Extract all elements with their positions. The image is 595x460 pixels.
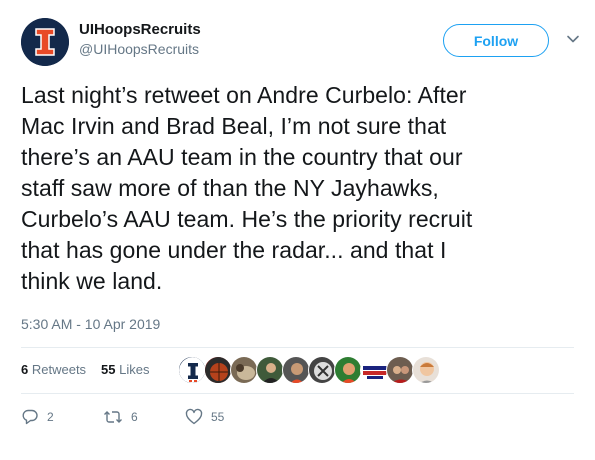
liker-avatar[interactable] (256, 356, 284, 384)
likes-stat[interactable]: 55 Likes (101, 362, 149, 377)
liker-avatar[interactable] (386, 356, 414, 384)
liker-avatar[interactable] (282, 356, 310, 384)
retweets-stat[interactable]: 6 Retweets (21, 362, 86, 377)
follow-button[interactable]: Follow (443, 24, 549, 57)
retweet-button[interactable]: 6 (103, 404, 138, 430)
reply-count: 2 (47, 410, 54, 424)
chevron-down-icon[interactable] (564, 30, 582, 48)
divider (21, 347, 574, 348)
retweets-label: Retweets (31, 362, 87, 377)
liker-avatar[interactable] (230, 356, 258, 384)
tweet-stats: 6 Retweets 55 Likes (21, 352, 574, 388)
divider (21, 393, 574, 394)
likes-label: Likes (119, 362, 150, 377)
liker-avatar[interactable] (360, 356, 388, 384)
liker-avatar[interactable] (308, 356, 336, 384)
liker-avatar[interactable] (178, 356, 206, 384)
reply-button[interactable]: 2 (21, 404, 54, 430)
tweet-actions: 2 6 55 (21, 404, 321, 430)
user-block[interactable]: UIHoopsRecruits @UIHoopsRecruits (79, 20, 201, 59)
user-handle[interactable]: @UIHoopsRecruits (79, 40, 201, 59)
liker-avatar[interactable] (412, 356, 440, 384)
tweet-text: Last night’s retweet on Andre Curbelo: A… (21, 82, 473, 294)
liker-avatar[interactable] (204, 356, 232, 384)
reply-icon (22, 409, 38, 425)
like-button[interactable]: 55 (185, 404, 224, 430)
avatar[interactable] (21, 18, 69, 66)
illinois-logo-icon (21, 18, 69, 66)
tweet-header: UIHoopsRecruits @UIHoopsRecruits Follow (21, 14, 581, 66)
like-count: 55 (211, 410, 225, 424)
tweet-timestamp[interactable]: 5:30 AM - 10 Apr 2019 (21, 316, 160, 332)
display-name[interactable]: UIHoopsRecruits (79, 20, 201, 40)
retweet-count: 6 (131, 410, 138, 424)
liker-avatar[interactable] (334, 356, 362, 384)
likes-count: 55 (101, 362, 116, 377)
retweets-count: 6 (21, 362, 29, 377)
retweet-icon (104, 411, 122, 423)
heart-icon (185, 408, 203, 425)
